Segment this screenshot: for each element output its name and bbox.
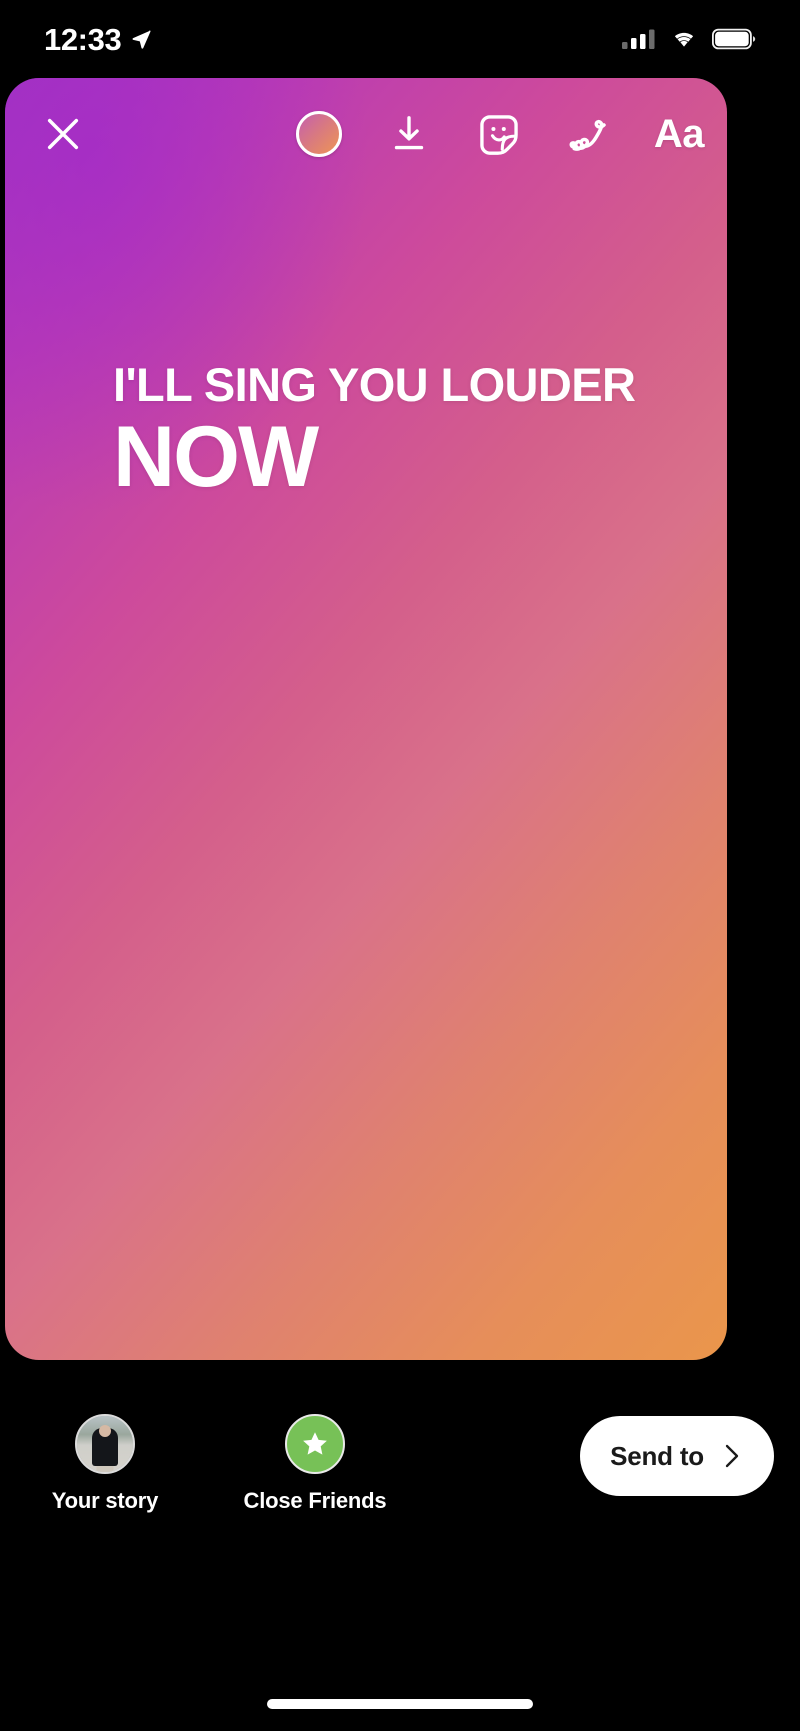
avatar-head <box>99 1425 111 1437</box>
recipient-label: Close Friends <box>243 1488 387 1513</box>
effects-gradient-circle-button[interactable] <box>293 108 345 160</box>
recipient-close-friends[interactable]: Close Friends <box>240 1414 390 1514</box>
battery-full-icon <box>712 28 756 50</box>
story-text-line-1: I'LL SING YOU LOUDER <box>113 358 636 411</box>
chevron-right-icon <box>725 1444 739 1468</box>
close-button[interactable] <box>39 110 87 158</box>
home-indicator-bar[interactable] <box>267 1699 533 1709</box>
story-toolbar: Aa <box>5 78 727 190</box>
share-bar: Your story Close Friends Send to <box>0 1382 800 1617</box>
close-x-icon <box>47 118 79 150</box>
recipient-label: Your story <box>51 1488 159 1513</box>
story-text-overlay[interactable]: I'LL SING YOU LOUDER NOW <box>113 358 636 505</box>
phone-screen: 12:33 Aa I'LL SING YOU LOUDER NOW Your s… <box>0 0 800 1731</box>
status-bar-time: 12:33 <box>44 21 122 57</box>
text-aa-icon: Aa <box>653 112 705 156</box>
cellular-signal-icon <box>622 29 655 49</box>
avatar <box>75 1414 135 1474</box>
sticker-face-icon <box>480 115 518 155</box>
star-icon <box>303 1432 327 1455</box>
story-canvas[interactable]: Aa I'LL SING YOU LOUDER NOW <box>5 78 727 1360</box>
stickers-button[interactable] <box>473 108 525 160</box>
gradient-circle-icon <box>296 111 342 157</box>
toolbar-actions: Aa <box>293 108 705 160</box>
status-bar-left: 12:33 <box>44 24 152 55</box>
draw-button[interactable] <box>563 108 615 160</box>
download-arrow-icon <box>394 116 424 150</box>
wifi-icon <box>674 32 694 47</box>
location-arrow-icon <box>132 30 151 49</box>
squiggle-draw-icon <box>569 119 606 151</box>
recipient-your-story[interactable]: Your story <box>30 1414 180 1514</box>
star-badge-icon <box>285 1414 345 1474</box>
status-bar-right <box>622 27 756 51</box>
story-text-line-2: NOW <box>113 409 319 505</box>
send-to-label: Send to <box>610 1440 704 1471</box>
status-bar: 12:33 <box>0 0 800 78</box>
text-button[interactable]: Aa <box>653 108 705 160</box>
send-to-button[interactable]: Send to <box>580 1416 774 1496</box>
save-download-button[interactable] <box>383 108 435 160</box>
recipient-list: Your story Close Friends <box>0 1382 390 1514</box>
